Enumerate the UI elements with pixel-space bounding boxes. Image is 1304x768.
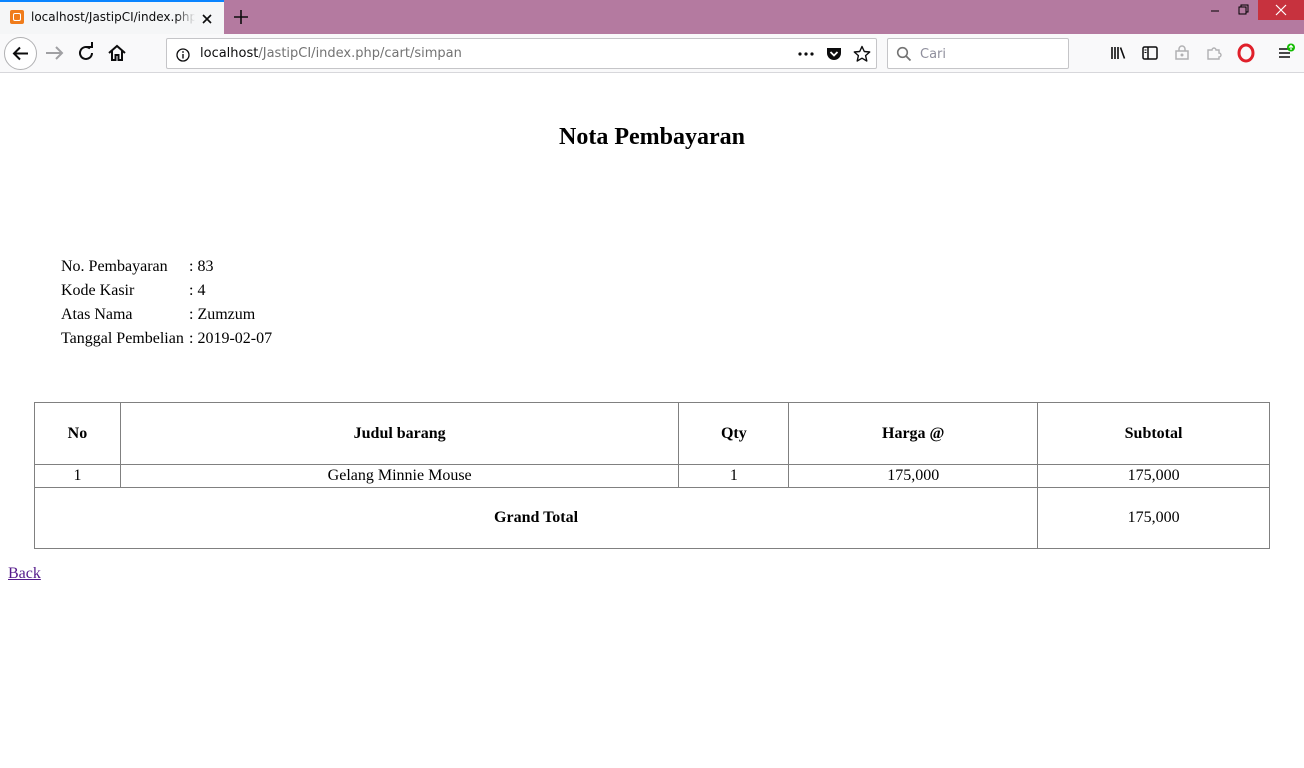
puzzle-extension-icon[interactable] (1204, 43, 1224, 63)
info-row-atas-nama: Atas Nama : Zumzum (61, 305, 272, 329)
column-header-harga: Harga @ (788, 402, 1039, 465)
hamburger-icon[interactable] (1275, 43, 1295, 63)
home-icon[interactable] (102, 38, 132, 68)
column-header-qty: Qty (678, 402, 790, 465)
back-link[interactable]: Back (8, 565, 41, 583)
info-value: : 4 (189, 282, 206, 299)
info-icon[interactable] (176, 47, 190, 62)
table-header-row: No Judul barang Qty Harga @ Subtotal (34, 402, 1270, 465)
sidebar-icon[interactable] (1140, 43, 1160, 63)
cell-harga: 175,000 (788, 464, 1039, 488)
pocket-icon[interactable] (824, 45, 844, 63)
back-arrow-icon[interactable] (4, 37, 37, 70)
grand-total-label: Grand Total (33, 487, 1039, 549)
close-window-icon[interactable] (1258, 0, 1304, 20)
page-title: Nota Pembayaran (559, 124, 745, 150)
column-header-no: No (34, 402, 121, 465)
info-label: Kode Kasir (61, 282, 135, 299)
info-value: : 2019-02-07 (189, 330, 273, 347)
search-box[interactable] (887, 38, 1069, 69)
search-input[interactable] (920, 45, 1060, 63)
browser-tab[interactable]: localhost/JastipCI/index.php/cart/simpan (0, 0, 224, 34)
page-content: Nota Pembayaran No. Pembayaran : 83 Kode … (0, 74, 1304, 768)
url-host: localhost (200, 46, 259, 61)
opera-icon[interactable] (1236, 43, 1256, 63)
library-icon[interactable] (1109, 43, 1129, 63)
cell-judul-barang: Gelang Minnie Mouse (119, 464, 680, 488)
info-label: No. Pembayaran (61, 258, 168, 275)
url-text[interactable]: localhost/JastipCI/index.php/cart/simpan (200, 46, 462, 61)
info-row-kode-kasir: Kode Kasir : 4 (61, 281, 272, 305)
xampp-favicon-icon (10, 10, 24, 24)
reload-icon[interactable] (71, 38, 101, 68)
address-bar[interactable]: localhost/JastipCI/index.php/cart/simpan (166, 38, 877, 69)
star-icon[interactable] (852, 45, 872, 63)
tab-title: localhost/JastipCI/index.php/cart/simpan (31, 10, 195, 24)
info-value: : 83 (189, 258, 214, 275)
info-row-no-pembayaran: No. Pembayaran : 83 (61, 257, 272, 281)
url-path: /JastipCI/index.php/cart/simpan (258, 46, 462, 61)
receipt-table: No Judul barang Qty Harga @ Subtotal 1 G… (33, 402, 1270, 549)
forward-arrow-icon[interactable] (40, 38, 70, 68)
tab-close-icon[interactable] (200, 11, 214, 25)
column-header-judul-barang: Judul barang (119, 402, 680, 465)
grand-total-value: 175,000 (1037, 487, 1270, 549)
info-label: Tanggal Pembelian (61, 330, 184, 347)
payment-info: No. Pembayaran : 83 Kode Kasir : 4 Atas Na… (61, 257, 272, 353)
info-row-tanggal-pembelian: Tanggal Pembelian : 2019-02-07 (61, 329, 272, 353)
minimize-window-icon[interactable] (1200, 0, 1230, 20)
cell-qty: 1 (678, 464, 790, 488)
cell-subtotal: 175,000 (1037, 464, 1270, 488)
more-dots-icon[interactable] (796, 45, 816, 63)
table-row: 1 Gelang Minnie Mouse 1 175,000 175,000 (34, 464, 1270, 488)
tab-strip: localhost/JastipCI/index.php/cart/simpan (0, 0, 1304, 34)
cell-no: 1 (34, 464, 121, 488)
info-value: : Zumzum (189, 306, 256, 323)
info-label: Atas Nama (61, 306, 133, 323)
restore-window-icon[interactable] (1228, 0, 1258, 20)
extension-icon[interactable] (1172, 43, 1192, 63)
navigation-toolbar: localhost/JastipCI/index.php/cart/simpan (0, 34, 1304, 73)
search-icon (896, 46, 912, 62)
grand-total-row: Grand Total 175,000 (33, 487, 1270, 549)
column-header-subtotal: Subtotal (1037, 402, 1270, 465)
new-tab-plus-icon[interactable] (231, 7, 251, 27)
